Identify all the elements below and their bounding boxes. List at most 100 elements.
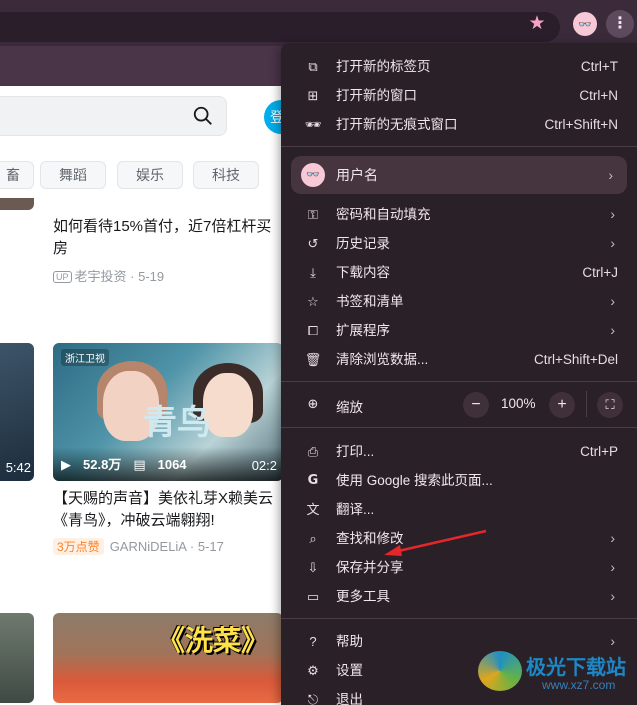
puzzle-icon: ⧠ xyxy=(307,323,319,338)
video-thumbnail[interactable]: 5:42 xyxy=(0,343,34,481)
menu-item-label: 密码和自动填充 xyxy=(336,207,431,222)
video-thumbnail[interactable] xyxy=(0,198,34,210)
address-bar[interactable] xyxy=(0,12,560,42)
chevron-right-icon: › xyxy=(608,167,613,183)
menu-item-passwords[interactable]: ⚿ 密码和自动填充 › xyxy=(281,200,637,229)
video-duration: 02:2 xyxy=(251,458,277,473)
view-count: 52.8万 xyxy=(83,457,122,472)
likes-badge: 3万点赞 xyxy=(53,538,104,555)
video-date: 5-17 xyxy=(197,539,224,554)
menu-item-label: 历史记录 xyxy=(336,236,390,251)
fullscreen-button[interactable]: ⛶ xyxy=(597,392,623,418)
video-thumbnail[interactable] xyxy=(0,613,34,703)
profile-name: 用户名 xyxy=(336,167,378,183)
menu-item-shortcut: Ctrl+J xyxy=(582,265,618,280)
key-icon: ⚿ xyxy=(308,207,318,222)
menu-item-label: 打印... xyxy=(336,444,375,459)
menu-item-label: 使用 Google 搜索此页面... xyxy=(336,473,493,488)
zoom-value: 100% xyxy=(501,396,536,411)
watermark-logo-icon xyxy=(478,651,522,691)
menu-item-new-tab[interactable]: ⧉ 打开新的标签页 Ctrl+T xyxy=(281,52,637,81)
menu-item-more-tools[interactable]: ▭ 更多工具 › xyxy=(281,582,637,611)
menu-item-label: 翻译... xyxy=(336,502,375,517)
menu-separator xyxy=(281,427,637,428)
profile-avatar-button[interactable]: 👓 xyxy=(573,12,597,36)
video-thumbnail[interactable]: 《洗菜》 xyxy=(53,613,283,703)
tab-strip xyxy=(0,0,637,8)
menu-item-shortcut: Ctrl+P xyxy=(580,444,618,459)
menu-zoom-row: ⊕ 缩放 − 100% + ⛶ xyxy=(281,389,637,419)
category-chip[interactable]: 畜 xyxy=(0,161,34,189)
danmaku-icon: ▤ xyxy=(133,457,146,472)
thumbnail-text: 青鸟 xyxy=(143,403,211,443)
star-outline-icon: ☆ xyxy=(307,294,319,309)
play-icon: ▶ xyxy=(61,457,71,472)
chevron-right-icon: › xyxy=(610,322,615,338)
video-thumbnail[interactable]: 浙江卫视 青鸟 ▶ 52.8万 ▤ 1064 02:2 xyxy=(53,343,283,481)
new-tab-icon: ⧉ xyxy=(308,59,318,74)
menu-item-extensions[interactable]: ⧠ 扩展程序 › xyxy=(281,316,637,345)
menu-item-shortcut: Ctrl+Shift+N xyxy=(544,117,618,132)
menu-item-clear-data[interactable]: 🗑 清除浏览数据... Ctrl+Shift+Del xyxy=(281,345,637,374)
save-icon: ⇩ xyxy=(307,560,319,575)
toolbox-icon: ▭ xyxy=(306,589,320,604)
watermark-title: 极光下载站 xyxy=(526,657,626,679)
video-duration: 5:42 xyxy=(5,460,31,475)
menu-item-shortcut: Ctrl+Shift+Del xyxy=(533,352,618,367)
menu-item-print[interactable]: ⎙ 打印... Ctrl+P xyxy=(281,437,637,466)
video-meta: UP 老宇投资 · 5-19 xyxy=(53,266,164,285)
category-chip[interactable]: 舞蹈 xyxy=(40,161,106,189)
gear-icon: ⚙ xyxy=(307,663,319,678)
category-chip[interactable]: 娱乐 xyxy=(117,161,183,189)
menu-item-new-window[interactable]: ⊞ 打开新的窗口 Ctrl+N xyxy=(281,81,637,110)
site-search-input[interactable] xyxy=(0,96,227,136)
exit-icon: ⎋ xyxy=(307,692,319,705)
chevron-right-icon: › xyxy=(610,559,615,575)
chevron-right-icon: › xyxy=(610,293,615,309)
menu-item-label: 设置 xyxy=(336,663,363,678)
video-stats: ▶ 52.8万 ▤ 1064 xyxy=(61,454,199,473)
up-tag: UP xyxy=(53,271,72,283)
menu-item-history[interactable]: ↺ 历史记录 › xyxy=(281,229,637,258)
translate-icon: 文 xyxy=(306,502,320,517)
video-title[interactable]: 如何看待15%首付，近7倍杠杆买房 xyxy=(53,216,283,260)
chrome-menu-button[interactable]: ⋮ xyxy=(606,10,634,38)
video-author[interactable]: GARNiDELiA xyxy=(110,539,187,554)
menu-separator xyxy=(281,381,637,382)
menu-item-google-search[interactable]: G 使用 Google 搜索此页面... xyxy=(281,466,637,495)
menu-item-translate[interactable]: 文 翻译... xyxy=(281,495,637,524)
channel-logo: 浙江卫视 xyxy=(61,349,109,366)
help-icon: ? xyxy=(309,634,317,649)
video-author[interactable]: 老宇投资 xyxy=(75,269,127,284)
incognito-icon: 🕶 xyxy=(304,117,322,132)
menu-item-incognito[interactable]: 🕶 打开新的无痕式窗口 Ctrl+Shift+N xyxy=(281,110,637,139)
zoom-label: 缩放 xyxy=(336,400,363,415)
video-meta: 3万点赞 GARNiDELiA · 5-17 xyxy=(53,538,224,555)
new-window-icon: ⊞ xyxy=(307,88,319,103)
zoom-in-button[interactable]: + xyxy=(549,392,575,418)
danmaku-count: 1064 xyxy=(157,457,187,472)
video-title[interactable]: 【天赐的声音】美依礼芽X赖美云《青鸟》，冲破云端翱翔! xyxy=(53,488,283,532)
menu-item-profile[interactable]: 👓 用户名 › xyxy=(291,156,627,194)
search-icon[interactable] xyxy=(192,105,214,127)
menu-item-label: 清除浏览数据... xyxy=(336,352,429,367)
annotation-arrow-icon xyxy=(384,529,487,556)
trash-icon: 🗑 xyxy=(304,352,322,367)
menu-item-label: 帮助 xyxy=(336,634,363,649)
menu-separator xyxy=(281,618,637,619)
zoom-out-button[interactable]: − xyxy=(463,392,489,418)
menu-item-label: 打开新的标签页 xyxy=(336,59,431,74)
menu-item-downloads[interactable]: ⤓ 下载内容 Ctrl+J xyxy=(281,258,637,287)
menu-item-bookmarks[interactable]: ☆ 书签和清单 › xyxy=(281,287,637,316)
category-chip[interactable]: 科技 xyxy=(193,161,259,189)
watermark: 极光下载站 www.xz7.com xyxy=(478,645,634,701)
bookmark-star-icon[interactable]: ★ xyxy=(526,13,548,35)
chevron-right-icon: › xyxy=(610,235,615,251)
chevron-right-icon: › xyxy=(610,206,615,222)
thumbnail-text: 《洗菜》 xyxy=(157,625,270,656)
zoom-icon: ⊕ xyxy=(307,396,319,411)
menu-item-shortcut: Ctrl+N xyxy=(579,88,618,103)
printer-icon: ⎙ xyxy=(307,444,319,459)
watermark-url: www.xz7.com xyxy=(542,678,616,692)
menu-item-shortcut: Ctrl+T xyxy=(580,59,618,74)
